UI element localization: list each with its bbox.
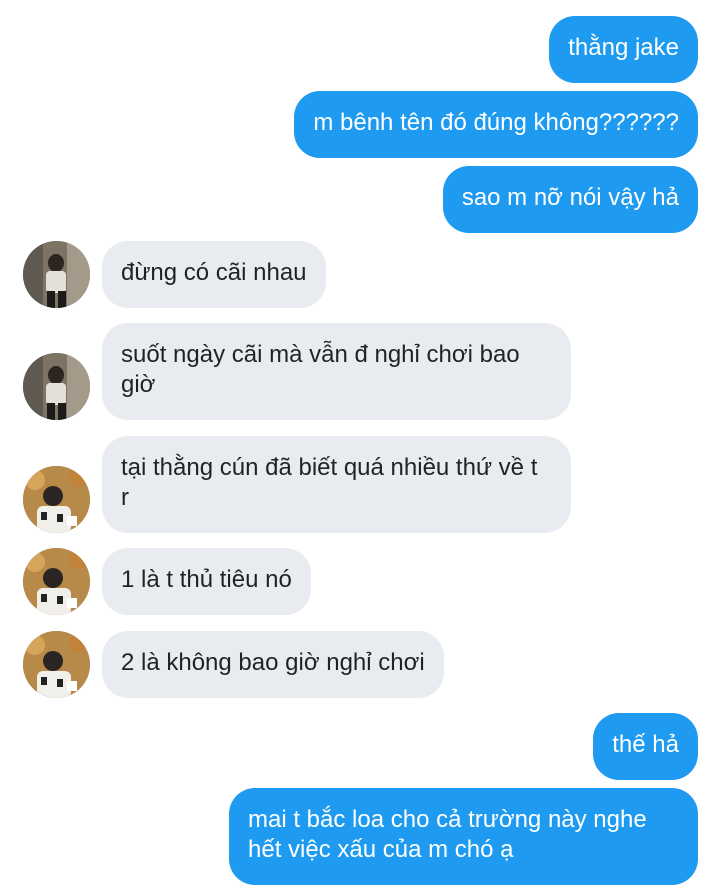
sender-avatar[interactable] [23, 548, 90, 615]
avatar-photo-icon [23, 353, 90, 420]
outgoing-message-bubble[interactable]: mai t bắc loa cho cả trường này nghe hết… [229, 788, 698, 885]
avatar-photo-icon [23, 241, 90, 308]
outgoing-message-bubble[interactable]: thằng jake [549, 16, 698, 83]
avatar-photo-icon [23, 631, 90, 698]
avatar-photo-icon [23, 466, 90, 533]
incoming-message-bubble[interactable]: đừng có cãi nhau [102, 241, 326, 308]
sender-avatar[interactable] [23, 466, 90, 533]
incoming-message-bubble[interactable]: tại thằng cún đã biết quá nhiều thứ về t… [102, 436, 571, 533]
avatar-photo-icon [23, 548, 90, 615]
sender-avatar[interactable] [23, 631, 90, 698]
outgoing-message-bubble[interactable]: sao m nỡ nói vậy hả [442, 166, 698, 233]
outgoing-message-bubble[interactable]: m bênh tên đó đúng không?????? [294, 91, 698, 158]
sender-avatar[interactable] [23, 353, 90, 420]
incoming-message-bubble[interactable]: 1 là t thủ tiêu nó [102, 548, 311, 615]
incoming-message-bubble[interactable]: suốt ngày cãi mà vẫn đ nghỉ chơi bao giờ [102, 323, 571, 420]
outgoing-message-bubble[interactable]: thế hả [593, 713, 698, 780]
sender-avatar[interactable] [23, 241, 90, 308]
incoming-message-bubble[interactable]: 2 là không bao giờ nghỉ chơi [102, 631, 444, 698]
